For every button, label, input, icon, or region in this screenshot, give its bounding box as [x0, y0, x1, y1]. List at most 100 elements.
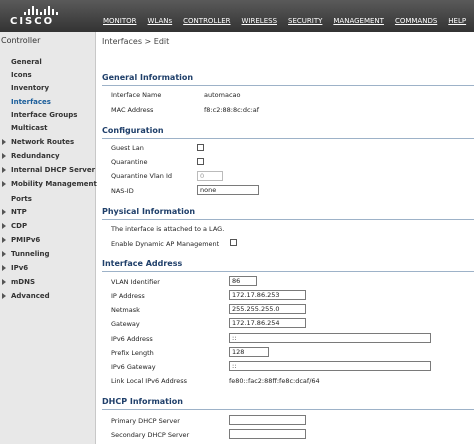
- primary-dhcp-label: Primary DHCP Server: [111, 417, 180, 425]
- expand-arrow-icon: [2, 181, 6, 187]
- ip-address-label: IP Address: [111, 292, 145, 300]
- expand-arrow-icon: [2, 209, 6, 215]
- sidebar: Controller General Icons Inventory Inter…: [0, 32, 97, 444]
- sidebar-item-general[interactable]: General: [11, 58, 42, 66]
- sidebar-item-network-routes[interactable]: Network Routes: [2, 138, 74, 146]
- sidebar-title: Controller: [1, 36, 41, 45]
- sidebar-item-label: CDP: [11, 222, 28, 230]
- section-physical-heading: Physical Information: [102, 207, 196, 216]
- gateway-label: Gateway: [111, 320, 140, 328]
- netmask-label: Netmask: [111, 306, 140, 314]
- section-general-heading: General Information: [102, 73, 194, 82]
- section-divider: [102, 409, 474, 410]
- link-local-label: Link Local IPv6 Address: [111, 377, 188, 385]
- nav-management[interactable]: MANAGEMENT: [330, 17, 387, 25]
- expand-arrow-icon: [2, 279, 6, 285]
- dynamic-ap-label: Enable Dynamic AP Management: [111, 240, 220, 248]
- nav-controller[interactable]: CONTROLLER: [180, 17, 233, 25]
- expand-arrow-icon: [2, 251, 6, 257]
- expand-arrow-icon: [2, 153, 6, 159]
- sidebar-item-interfaces[interactable]: Interfaces: [11, 98, 51, 106]
- cisco-logo: CISCO: [4, 3, 94, 29]
- dynamic-ap-checkbox[interactable]: [230, 239, 237, 246]
- nav-commands[interactable]: COMMANDS: [392, 17, 440, 25]
- sidebar-item-label: Network Routes: [11, 138, 75, 146]
- cisco-logo-bars-icon: [24, 5, 58, 15]
- expand-arrow-icon: [2, 265, 6, 271]
- sidebar-item-cdp[interactable]: CDP: [2, 222, 27, 230]
- sidebar-item-redundancy[interactable]: Redundancy: [2, 152, 60, 160]
- sidebar-item-label: mDNS: [11, 278, 36, 286]
- gateway-input[interactable]: 172.17.86.254: [229, 318, 306, 328]
- sidebar-item-label: Internal DHCP Server: [11, 166, 96, 174]
- quarantine-checkbox[interactable]: [197, 158, 204, 165]
- netmask-input[interactable]: 255.255.255.0: [229, 304, 306, 314]
- nas-id-label: NAS-ID: [111, 187, 134, 195]
- section-divider: [102, 85, 474, 86]
- primary-dhcp-input[interactable]: [229, 415, 306, 425]
- section-divider: [102, 271, 474, 272]
- sidebar-item-advanced[interactable]: Advanced: [2, 292, 50, 300]
- sidebar-item-label: IPv6: [11, 264, 29, 272]
- sidebar-item-internal-dhcp-server[interactable]: Internal DHCP Server: [2, 166, 95, 174]
- secondary-dhcp-label: Secondary DHCP Server: [111, 431, 190, 439]
- sidebar-item-ports[interactable]: Ports: [11, 195, 32, 203]
- quarantine-vlan-label: Quarantine Vlan Id: [111, 172, 172, 180]
- sidebar-item-label: Tunneling: [11, 250, 50, 258]
- ipv6-gateway-label: IPv6 Gateway: [111, 363, 156, 371]
- sidebar-item-mobility-management[interactable]: Mobility Management: [2, 180, 97, 188]
- sidebar-item-inventory[interactable]: Inventory: [11, 84, 49, 92]
- secondary-dhcp-input[interactable]: [229, 429, 306, 439]
- prefix-length-input[interactable]: 128: [229, 347, 269, 357]
- expand-arrow-icon: [2, 293, 6, 299]
- main-content: Interfaces > Edit General Information In…: [97, 32, 474, 444]
- section-divider: [102, 219, 474, 220]
- nas-id-input[interactable]: none: [197, 185, 259, 195]
- expand-arrow-icon: [2, 237, 6, 243]
- sidebar-item-pmipv6[interactable]: PMIPv6: [2, 236, 40, 244]
- sidebar-item-ipv6[interactable]: IPv6: [2, 264, 28, 272]
- sidebar-item-ntp[interactable]: NTP: [2, 208, 27, 216]
- expand-arrow-icon: [2, 223, 6, 229]
- sidebar-item-label: NTP: [11, 208, 27, 216]
- sidebar-item-label: PMIPv6: [11, 236, 41, 244]
- expand-arrow-icon: [2, 167, 6, 173]
- lag-note: The interface is attached to a LAG.: [111, 225, 225, 233]
- section-address-heading: Interface Address: [102, 259, 183, 268]
- link-local-value: fe80::fac2:88ff:fe8c:dcaf/64: [229, 377, 320, 385]
- section-configuration-heading: Configuration: [102, 126, 164, 135]
- interface-name-value: automacao: [204, 91, 241, 99]
- sidebar-item-mdns[interactable]: mDNS: [2, 278, 35, 286]
- brand-name: CISCO: [10, 16, 55, 27]
- sidebar-item-label: Advanced: [11, 292, 50, 300]
- sidebar-item-label: Mobility Management: [11, 180, 97, 188]
- section-divider: [102, 138, 474, 139]
- guest-lan-checkbox[interactable]: [197, 144, 204, 151]
- vlan-identifier-input[interactable]: 86: [229, 276, 257, 286]
- guest-lan-label: Guest Lan: [111, 144, 144, 152]
- mac-address-label: MAC Address: [111, 106, 154, 114]
- prefix-length-label: Prefix Length: [111, 349, 154, 357]
- sidebar-item-multicast[interactable]: Multicast: [11, 124, 47, 132]
- nav-wlans[interactable]: WLANs: [145, 17, 176, 25]
- nav-wireless[interactable]: WIRELESS: [239, 17, 280, 25]
- sidebar-item-label: Redundancy: [11, 152, 60, 160]
- top-header: CISCO MONITOR WLANs CONTROLLER WIRELESS …: [0, 0, 474, 32]
- main-nav: MONITOR WLANs CONTROLLER WIRELESS SECURI…: [100, 17, 474, 25]
- ipv6-gateway-input[interactable]: ::: [229, 361, 431, 371]
- ip-address-input[interactable]: 172.17.86.253: [229, 290, 306, 300]
- quarantine-vlan-input[interactable]: 0: [197, 171, 223, 181]
- sidebar-item-interface-groups[interactable]: Interface Groups: [11, 111, 77, 119]
- nav-monitor[interactable]: MONITOR: [100, 17, 140, 25]
- interface-name-label: Interface Name: [111, 91, 162, 99]
- quarantine-label: Quarantine: [111, 158, 148, 166]
- breadcrumb: Interfaces > Edit: [102, 37, 170, 46]
- ipv6-address-label: IPv6 Address: [111, 335, 153, 343]
- vlan-identifier-label: VLAN Identifier: [111, 278, 160, 286]
- nav-security[interactable]: SECURITY: [285, 17, 325, 25]
- sidebar-item-tunneling[interactable]: Tunneling: [2, 250, 50, 258]
- section-dhcp-heading: DHCP Information: [102, 397, 183, 406]
- nav-help[interactable]: HELP: [445, 17, 469, 25]
- ipv6-address-input[interactable]: ::: [229, 333, 431, 343]
- sidebar-item-icons[interactable]: Icons: [11, 71, 32, 79]
